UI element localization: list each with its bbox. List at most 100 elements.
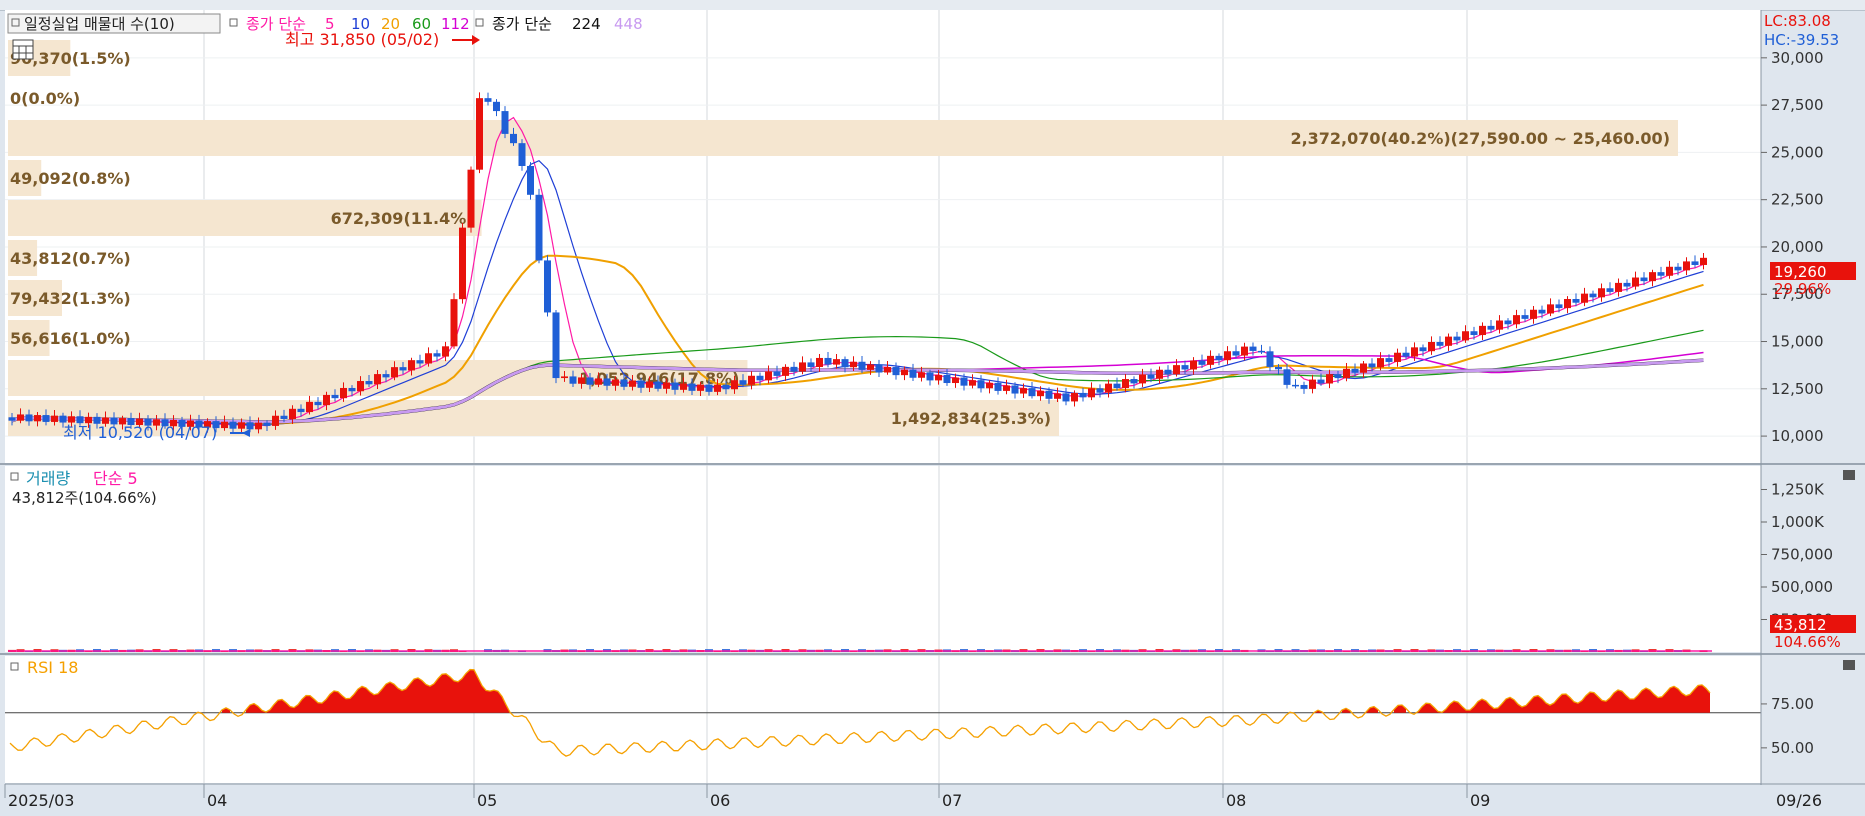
volume-profile-label: 2,372,070(40.2%)(27,590.00 ~ 25,460.00) [1290,129,1670,148]
candle-body [1224,351,1231,361]
x-tick-label: 07 [942,791,962,810]
candle-body [399,367,407,371]
candle-body [1232,351,1240,356]
candle-body [272,415,279,426]
candle-body [1249,346,1257,351]
candle-body [1300,384,1308,389]
candle-body [1666,266,1673,276]
candle-body [867,364,874,370]
candle-body [1113,383,1121,389]
candle-body [382,374,390,378]
candle-body [1317,379,1325,384]
candle-body [1691,261,1699,265]
volume-tick-label: 500,000 [1771,578,1833,596]
candle-body [1122,379,1129,389]
candle-body [1411,347,1418,357]
candle-body [408,360,415,371]
candle-body [833,359,840,365]
ma-period-448: 448 [614,15,643,33]
candle-body [1028,388,1036,397]
candle-body [816,357,823,367]
candle-body [1402,352,1410,357]
candle-body [1674,266,1682,271]
candle-body [748,375,755,385]
candle-body [1258,350,1265,353]
candle-body [977,380,985,389]
x-tick-label: 05 [477,791,497,810]
candle-body [1615,282,1622,292]
rsi-tick-label: 50.00 [1771,739,1814,757]
candle-body [1139,374,1146,384]
price-tick-label: 30,000 [1771,49,1824,67]
candle-body [255,422,262,430]
price-axis-ticks: 30,00027,50025,00022,50020,00017,50015,0… [1761,49,1824,445]
volume-panel-bg [5,466,1761,652]
candle-body [535,194,543,261]
candle-body [510,133,517,144]
candle-body [1657,272,1665,276]
candle-body [1147,374,1155,379]
candle-body [1054,393,1061,399]
candle-body [1649,272,1656,282]
candle-body [1079,392,1087,398]
candle-body [646,381,653,388]
candle-body [943,374,951,384]
candle-body [59,415,67,423]
candle-body [994,382,1002,391]
candle-body [1173,365,1180,375]
candle-body [289,408,296,419]
x-axis-end-label: 09/26 [1776,791,1822,810]
rsi-panel-minimize-icon[interactable] [1843,660,1855,670]
candle-body [790,366,798,372]
candle-body [1343,368,1350,379]
candle-body [425,353,432,364]
candle-body [1266,351,1274,367]
candle-body [799,362,806,372]
candle-body [34,415,41,422]
candle-body [1589,293,1597,298]
stock-chart[interactable]: 90,370(1.5%)0(0.0%)2,372,070(40.2%)(27,5… [0,0,1865,816]
price-tick-label: 25,000 [1771,143,1824,161]
candle-body [637,380,645,388]
candle-body [391,367,398,378]
candle-body [892,367,900,376]
candle-body [1513,315,1520,325]
current-volume-pct: 104.66% [1774,633,1841,651]
candle-body [501,111,509,134]
candle-body [731,380,738,390]
candle-body [280,415,288,419]
candle-body [1623,282,1631,287]
candle-body [1632,277,1639,287]
candle-body [51,415,58,422]
volume-panel-minimize-icon[interactable] [1843,470,1855,480]
high-marker-text: 최고 31,850 (05/02) [285,30,439,49]
candle-body [1606,288,1614,292]
candle-body [1207,355,1214,365]
candle-body [518,143,526,166]
candle-body [1037,390,1044,397]
candle-body [1479,325,1486,336]
x-tick-label: 08 [1226,791,1246,810]
candle-body [1292,384,1299,387]
price-tick-label: 15,000 [1771,333,1824,351]
x-tick-label: 2025/03 [8,791,74,810]
candle-body [331,394,339,399]
volume-tick-label: 1,250K [1771,481,1825,499]
candle-body [476,98,483,170]
candle-body [238,422,245,429]
candle-body [1105,383,1112,393]
candle-body [1487,325,1495,330]
volume-ma-label: 단순 5 [93,469,138,488]
candle-body [1164,369,1172,375]
candle-body [374,374,381,385]
volume-axis-ticks: 1,250K1,000K750,000500,000250,000 [1761,481,1833,629]
candle-body [1530,309,1537,319]
lc-label: LC:83.08 [1764,12,1831,30]
candle-body [433,353,441,357]
calculator-icon[interactable] [12,39,34,60]
candle-body [952,377,959,384]
candle-body [42,415,50,422]
candle-body [1198,360,1206,365]
candle-body [1368,363,1376,368]
price-tick-label: 10,000 [1771,427,1824,445]
